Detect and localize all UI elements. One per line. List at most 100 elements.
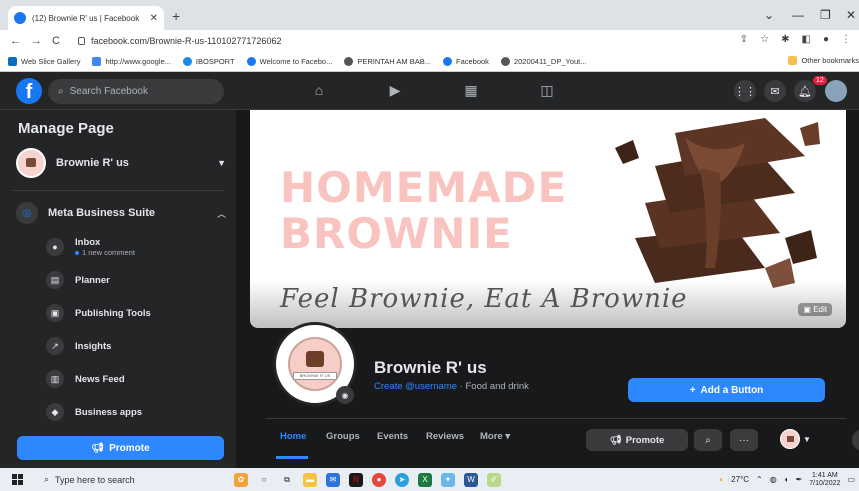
manage-page-sidebar: Manage Page Brownie R' us ▼ ◎ Meta Busin… — [0, 110, 236, 468]
excel-icon[interactable]: X — [418, 472, 432, 487]
bookmark-item[interactable]: IBOSPORT — [182, 57, 235, 66]
chrome-icon[interactable]: ● — [372, 472, 386, 487]
start-button[interactable] — [0, 468, 34, 491]
inbox-icon: ● — [46, 238, 64, 256]
tab-events[interactable]: Events — [377, 431, 408, 442]
create-username-link[interactable]: Create @username — [374, 381, 457, 392]
netflix-icon[interactable]: N — [349, 472, 363, 487]
business-suite-icon: ◎ — [16, 202, 38, 224]
search-page-button[interactable]: ⌕ — [694, 429, 722, 451]
meta-business-suite-toggle[interactable]: ◎ Meta Business Suite ︿ — [16, 202, 226, 224]
bookmark-item[interactable]: Facebook — [443, 57, 489, 66]
volume-icon[interactable]: ◖ — [784, 475, 789, 484]
cortana-icon[interactable]: ○ — [257, 473, 271, 487]
watch-icon[interactable]: ▶ — [386, 82, 404, 100]
word-icon[interactable]: W — [464, 472, 478, 487]
page-avatar — [16, 148, 46, 178]
url-field[interactable]: facebook.com/Brownie-R-us-11010277172606… — [78, 33, 718, 49]
sidebar-item-planner[interactable]: ▤ Planner — [46, 267, 226, 293]
profile-switcher[interactable]: ▼ — [780, 429, 811, 449]
taskbar-search[interactable]: ⌕ Type here to search — [34, 468, 192, 491]
home-icon[interactable]: ⌂ — [310, 82, 328, 100]
page-meta: Create @username · Food and drink — [374, 381, 529, 392]
menu-grid-icon[interactable]: ⋮⋮ — [734, 80, 756, 102]
menu-icon[interactable]: ⋮ — [841, 34, 851, 45]
bookmark-star-icon[interactable]: ☆ — [760, 34, 769, 45]
tab-more[interactable]: More ▾ — [480, 431, 510, 442]
account-avatar[interactable] — [825, 80, 847, 102]
edit-cover-button[interactable]: ▣ Edit — [798, 303, 832, 316]
bookmark-item[interactable]: Web Slice Gallery — [8, 57, 80, 66]
bookmark-item[interactable]: http://www.google... — [92, 57, 171, 66]
facebook-top-bar: f ⌕ ⌂ ▶ ▦ ◫ ⋮⋮ ✉ 🔔︎ 12 — [0, 72, 859, 110]
tab-home[interactable]: Home — [280, 431, 306, 442]
facebook-logo-icon[interactable]: f — [16, 78, 42, 104]
other-bookmarks[interactable]: Other bookmarks — [788, 56, 859, 65]
app-icon[interactable]: ✦ — [441, 472, 455, 487]
close-window-button[interactable]: ✕ — [846, 8, 856, 22]
marketplace-icon[interactable]: ▦ — [462, 82, 480, 100]
reload-button[interactable]: C — [52, 35, 60, 47]
more-options-button[interactable]: ··· — [730, 429, 758, 451]
sidebar-item-publishing-tools[interactable]: ▣ Publishing Tools — [46, 300, 226, 326]
tab-reviews[interactable]: Reviews — [426, 431, 464, 442]
bookmark-item[interactable]: 20200411_DP_Yout... — [500, 57, 587, 66]
forward-button[interactable]: → — [31, 35, 42, 47]
weather-widget-icon[interactable]: ✿ — [234, 472, 248, 487]
camera-icon[interactable]: ◉ — [336, 386, 354, 404]
share-icon[interactable]: ⇪ — [740, 34, 748, 45]
profile-icon[interactable]: ● — [823, 34, 829, 45]
temperature[interactable]: 27°C — [731, 475, 749, 484]
weather-icon: ◐ — [719, 475, 725, 484]
back-button[interactable]: ← — [10, 35, 21, 47]
sidebar-item-label: Planner — [75, 274, 110, 286]
messenger-icon[interactable]: ✉ — [764, 80, 786, 102]
network-icon[interactable]: ◍ — [770, 475, 777, 484]
paint-icon[interactable]: ✐ — [487, 472, 501, 487]
close-tab-icon[interactable]: ✕ — [150, 13, 158, 24]
promote-page-button[interactable]: 📢︎ Promote — [586, 429, 688, 451]
gaming-icon[interactable]: ◫ — [538, 82, 556, 100]
system-tray: ◐ 27°C ⌃ ◍ ◖ ✒ 1:41 AM 7/10/2022 ▭ — [719, 468, 855, 491]
sidebar-item-label: News Feed — [75, 373, 125, 385]
sidebar-item-inbox[interactable]: ● Inbox 1 new comment — [46, 234, 226, 260]
new-tab-button[interactable]: + — [172, 8, 180, 24]
sidebar-item-business-apps[interactable]: ◆ Business apps — [46, 399, 226, 425]
insights-icon: ↗ — [46, 337, 64, 355]
sidebar-item-news-feed[interactable]: ▥ News Feed — [46, 366, 226, 392]
notifications-icon[interactable]: ▭ — [847, 475, 855, 484]
mail-icon[interactable]: ✉ — [326, 472, 340, 487]
add-a-button[interactable]: + Add a Button — [628, 378, 825, 402]
url-text: facebook.com/Brownie-R-us-11010277172606… — [91, 36, 282, 46]
tab-groups[interactable]: Groups — [326, 431, 360, 442]
pen-icon[interactable]: ✒ — [796, 475, 803, 484]
notifications-bell-icon[interactable]: 🔔︎ — [794, 80, 816, 102]
cube-icon: ◆ — [46, 403, 64, 421]
news-feed-icon: ▥ — [46, 370, 64, 388]
search-input[interactable] — [69, 86, 210, 97]
page-selector[interactable]: Brownie R' us ▼ — [16, 146, 226, 180]
bookmark-item[interactable]: Welcome to Facebo... — [246, 57, 332, 66]
brownie-logo: BROWNIE R' US — [288, 337, 342, 391]
browser-tab[interactable]: (12) Brownie R' us | Facebook ✕ — [8, 6, 164, 30]
bookmark-icon — [8, 57, 17, 66]
promote-button[interactable]: 📢︎ Promote — [17, 436, 224, 460]
caret-down-icon: ▼ — [217, 158, 226, 168]
facebook-search[interactable]: ⌕ — [48, 79, 224, 104]
clock[interactable]: 1:41 AM 7/10/2022 — [809, 472, 840, 488]
file-explorer-icon[interactable]: ▬ — [303, 472, 317, 487]
sidebar-item-label: Insights — [75, 340, 112, 352]
telegram-icon[interactable]: ➤ — [395, 472, 409, 487]
restore-button[interactable]: ❐ — [820, 8, 831, 22]
sidebar-icon[interactable]: ◧ — [802, 34, 811, 45]
search-icon: ⌕ — [44, 474, 50, 484]
sidebar-item-insights[interactable]: ↗ Insights — [46, 333, 226, 359]
tray-chevron-icon[interactable]: ⌃ — [756, 475, 763, 484]
compose-icon[interactable]: ✎ — [852, 429, 859, 451]
minimize-button[interactable]: — — [792, 8, 804, 22]
task-view-icon[interactable]: ⧉ — [280, 473, 294, 487]
divider — [12, 190, 224, 191]
bookmark-item[interactable]: PERINTAH AM BAB... — [344, 57, 431, 66]
tab-search-chevron-icon[interactable]: ⌄ — [764, 8, 774, 22]
extensions-icon[interactable]: ✱ — [781, 34, 789, 45]
